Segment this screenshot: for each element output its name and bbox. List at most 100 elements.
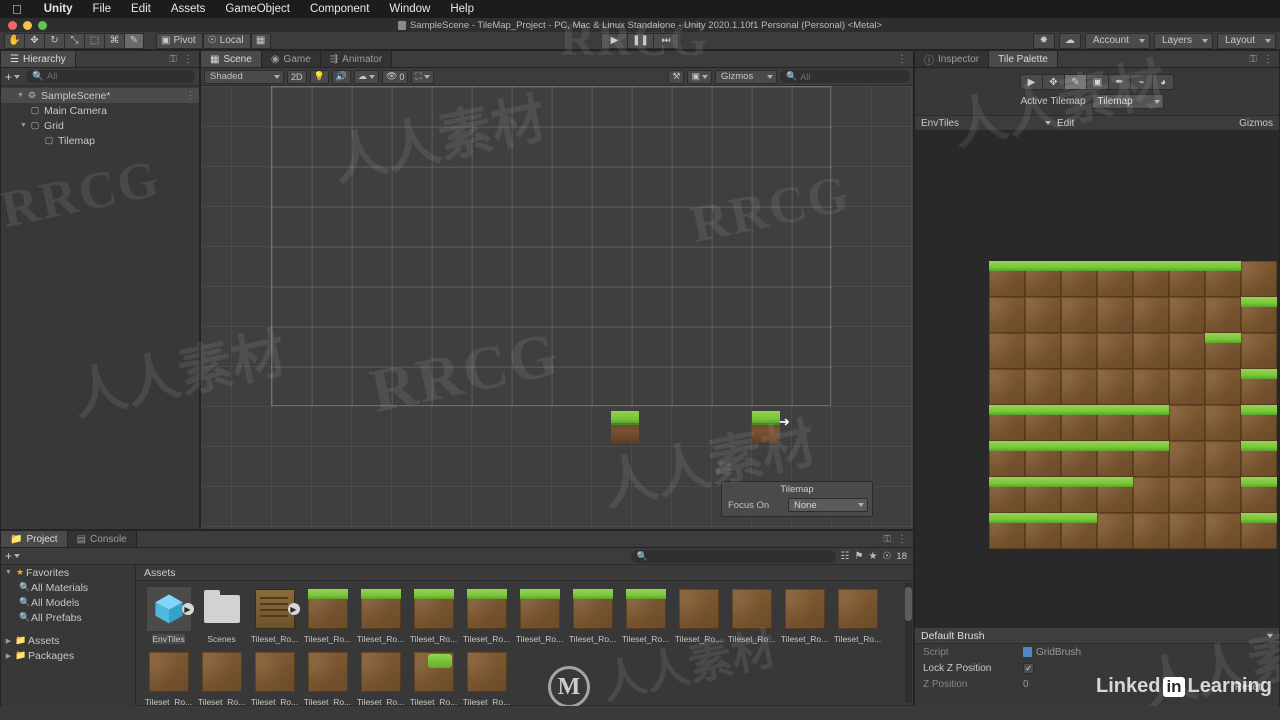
expand-arrow-icon[interactable]: ▶ (3, 637, 14, 645)
tab-game[interactable]: ◉ Game (261, 51, 321, 67)
asset-item-tile[interactable]: Tileset_Ro... (672, 587, 725, 644)
maximize-window-button[interactable] (38, 20, 47, 30)
scene-tools-button[interactable]: ⚒ (668, 69, 685, 84)
palette-tile[interactable] (1241, 261, 1277, 297)
prefab-open-arrow-icon[interactable]: ▶ (181, 603, 194, 615)
project-tree-packages[interactable]: ▶ 📁 Packages (1, 648, 135, 663)
palette-tile[interactable] (1133, 405, 1169, 441)
palette-canvas[interactable] (915, 130, 1279, 627)
picker-tool-button[interactable]: ✒ (1108, 74, 1130, 90)
palette-tile[interactable] (1097, 333, 1133, 369)
sprite-expand-arrow-icon[interactable]: ▶ (287, 603, 300, 615)
tab-animator[interactable]: ⇶ Animator (320, 51, 393, 67)
palette-tile[interactable] (1169, 441, 1205, 477)
palette-tile[interactable] (989, 405, 1025, 441)
palette-tile[interactable] (1133, 297, 1169, 333)
minimize-window-button[interactable] (23, 20, 32, 30)
account-dropdown[interactable]: Account (1084, 32, 1150, 49)
hierarchy-item-grid[interactable]: ▼ ▢ Grid (1, 118, 199, 133)
scrollbar-thumb[interactable] (905, 587, 912, 621)
asset-item-tile[interactable]: Tileset_Ro... (725, 587, 778, 644)
hierarchy-search-input[interactable]: 🔍 All (26, 70, 195, 83)
palette-tile[interactable] (1061, 441, 1097, 477)
palette-edit-button[interactable]: Edit (1057, 118, 1074, 129)
palette-tile[interactable] (1169, 405, 1205, 441)
play-button[interactable]: ▶ (601, 32, 627, 49)
palette-tile[interactable] (989, 261, 1025, 297)
tab-project[interactable]: 📁 Project (1, 531, 68, 547)
palette-tile[interactable] (1205, 369, 1241, 405)
layout-dropdown[interactable]: Layout (1216, 32, 1276, 49)
menu-item-unity[interactable]: Unity (34, 3, 83, 15)
palette-tile[interactable] (989, 513, 1025, 549)
palette-tile[interactable] (1205, 513, 1241, 549)
palette-tile[interactable] (1025, 405, 1061, 441)
kebab-menu-icon[interactable]: ⋮ (897, 54, 907, 65)
focus-on-dropdown[interactable]: None (788, 498, 868, 512)
asset-item-tile[interactable]: Tileset_Ro... (566, 587, 619, 644)
asset-item-tile[interactable]: Tileset_Ro... (195, 650, 248, 705)
hierarchy-item-tilemap[interactable]: ▢ Tilemap (1, 133, 199, 148)
brush-dropdown[interactable]: Default Brush (915, 628, 1279, 644)
rotate-tool-button[interactable]: ↻ (44, 32, 64, 49)
asset-grid-scrollbar[interactable] (905, 583, 912, 703)
palette-tile[interactable] (1205, 333, 1241, 369)
palette-dropdown[interactable]: EnvTiles (921, 118, 1051, 129)
project-tree-all-prefabs[interactable]: 🔍 All Prefabs (1, 610, 135, 625)
expand-arrow-icon[interactable]: ▼ (18, 122, 29, 129)
scene-camera-settings-button[interactable]: ⛶ (411, 69, 434, 84)
asset-item-tile[interactable]: Tileset_Ro... (248, 650, 301, 705)
fill-tool-button[interactable]: ◕ (1152, 74, 1174, 90)
palette-tile[interactable] (1241, 477, 1277, 513)
palette-tile[interactable] (1241, 333, 1277, 369)
palette-tile[interactable] (1025, 297, 1061, 333)
lock-z-checkbox[interactable]: ✓ (1023, 662, 1034, 674)
paint-brush-tool-button[interactable]: ✎ (1064, 74, 1086, 90)
project-tree-favorites[interactable]: ▼ ★ Favorites (1, 565, 135, 580)
active-tilemap-dropdown[interactable]: Tilemap (1091, 94, 1164, 109)
palette-tile[interactable] (1133, 513, 1169, 549)
box-fill-tool-button[interactable]: ▣ (1086, 74, 1108, 90)
tab-inspector[interactable]: ⓘ Inspector (915, 51, 990, 67)
expand-arrow-icon[interactable]: ▶ (3, 652, 14, 660)
gizmos-dropdown[interactable]: Gizmos (715, 69, 777, 84)
scene-audio-button[interactable]: 🔊 (331, 69, 351, 84)
palette-tile[interactable] (1097, 477, 1133, 513)
palette-tile[interactable] (989, 333, 1025, 369)
shading-mode-dropdown[interactable]: Shaded (204, 69, 284, 84)
scene-fx-button[interactable]: ☁ (353, 69, 379, 84)
palette-tile[interactable] (1205, 261, 1241, 297)
asset-item-tile[interactable]: Tileset_Ro... (407, 650, 460, 705)
palette-tile[interactable] (1097, 369, 1133, 405)
lock-icon[interactable]: ⚿ (1249, 54, 1257, 65)
project-tree-assets[interactable]: ▶ 📁 Assets (1, 633, 135, 648)
painted-tile[interactable] (752, 411, 780, 443)
z-position-value[interactable]: 0 (1023, 679, 1029, 690)
hierarchy-item-main-camera[interactable]: ▢ Main Camera (1, 103, 199, 118)
camera-gizmo-icon[interactable]: 🎥 (715, 460, 733, 474)
menu-item-edit[interactable]: Edit (121, 3, 161, 15)
palette-tile[interactable] (1169, 477, 1205, 513)
menu-item-help[interactable]: Help (440, 3, 484, 15)
script-value-field[interactable]: GridBrush (1023, 647, 1081, 658)
scene-lighting-button[interactable]: 💡 (309, 69, 329, 84)
palette-tile[interactable] (1097, 441, 1133, 477)
palette-tile[interactable] (1133, 369, 1169, 405)
menu-item-file[interactable]: File (83, 3, 122, 15)
custom-editor-tool-button[interactable]: ✎ (124, 32, 144, 49)
palette-tile[interactable] (1025, 513, 1061, 549)
palette-tile[interactable] (1097, 513, 1133, 549)
palette-tile[interactable] (1133, 477, 1169, 513)
palette-tile[interactable] (1025, 477, 1061, 513)
filter-by-label-icon[interactable]: ⚑ (855, 551, 864, 562)
palette-tile[interactable] (1097, 297, 1133, 333)
palette-tile[interactable] (1097, 261, 1133, 297)
palette-tile[interactable] (1061, 369, 1097, 405)
asset-item-tile[interactable]: Tileset_Ro... (142, 650, 195, 705)
palette-tile[interactable] (1169, 261, 1205, 297)
palette-tile[interactable] (1169, 513, 1205, 549)
expand-arrow-icon[interactable]: ▼ (3, 569, 14, 576)
palette-tile[interactable] (989, 441, 1025, 477)
services-button[interactable]: ✸ (1032, 32, 1055, 49)
kebab-menu-icon[interactable]: ⋮ (1263, 54, 1273, 65)
